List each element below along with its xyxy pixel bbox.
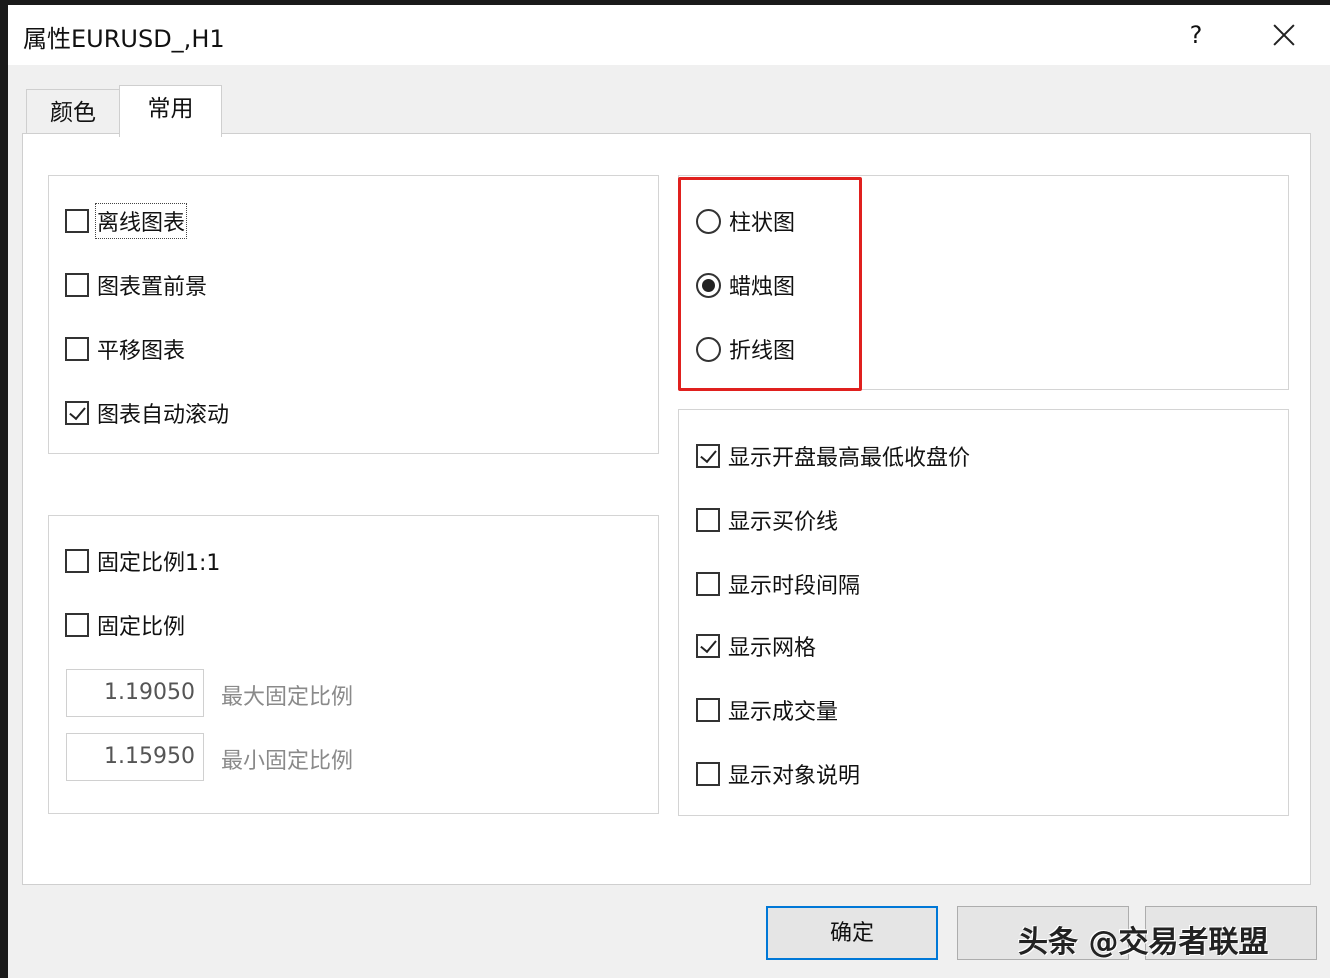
chart-autoscroll-checkbox[interactable]: 图表自动滚动 [65,398,229,428]
scale-fix-11-label: 固定比例1:1 [97,551,221,576]
scale-fix-label: 固定比例 [97,615,186,640]
show-ohlc-label: 显示开盘最高最低收盘价 [728,446,971,471]
properties-dialog: 属性EURUSD_,H1 ? 颜色 常用 离线图表 图表置前景 平移图表 图表自… [8,5,1330,978]
display-options-group: 显示开盘最高最低收盘价 显示买价线 显示时段间隔 显示网格 显示成交量 显示对象… [678,409,1289,816]
scale-fix-11-checkbox[interactable]: 固定比例1:1 [65,546,220,576]
chart-foreground-label: 图表置前景 [97,275,208,300]
offline-chart-checkbox[interactable]: 离线图表 [65,203,188,239]
show-ohlc-checkbox[interactable]: 显示开盘最高最低收盘价 [696,441,970,471]
show-grid-checkbox[interactable]: 显示网格 [696,631,816,661]
show-grid-label: 显示网格 [728,636,817,661]
checkbox-box[interactable] [65,401,89,425]
show-period-separators-checkbox[interactable]: 显示时段间隔 [696,569,860,599]
checkbox-box[interactable] [696,572,720,596]
red-highlight-box [678,177,862,391]
chart-shift-label: 平移图表 [97,339,186,364]
checkbox-box[interactable] [696,762,720,786]
max-scale-input[interactable]: 1.19050 [66,669,204,717]
chart-behavior-group: 离线图表 图表置前景 平移图表 图表自动滚动 [48,175,659,454]
chart-autoscroll-label: 图表自动滚动 [97,403,230,428]
help-button[interactable]: ? [1176,17,1216,53]
checkbox-box[interactable] [65,209,89,233]
checkbox-box[interactable] [696,698,720,722]
tab-colors[interactable]: 颜色 [26,89,120,135]
chart-foreground-checkbox[interactable]: 图表置前景 [65,270,207,300]
min-scale-input[interactable]: 1.15950 [66,733,204,781]
show-object-descriptions-label: 显示对象说明 [728,764,861,789]
checkbox-box[interactable] [696,508,720,532]
checkbox-box[interactable] [696,444,720,468]
show-ask-line-label: 显示买价线 [728,510,839,535]
scale-group: 固定比例1:1 固定比例 1.19050 最大固定比例 1.15950 最小固定… [48,515,659,814]
tab-common[interactable]: 常用 [119,85,222,137]
min-scale-label: 最小固定比例 [221,749,354,774]
checkbox-box[interactable] [65,613,89,637]
checkbox-box[interactable] [65,273,89,297]
checkbox-box[interactable] [65,337,89,361]
window-title: 属性EURUSD_,H1 [23,25,225,53]
checkbox-box[interactable] [65,549,89,573]
show-volume-checkbox[interactable]: 显示成交量 [696,695,838,725]
checkbox-box[interactable] [696,634,720,658]
title-bar: 属性EURUSD_,H1 ? [8,5,1330,65]
offline-chart-label: 离线图表 [94,203,188,239]
show-ask-line-checkbox[interactable]: 显示买价线 [696,505,838,535]
show-volume-label: 显示成交量 [728,700,839,725]
max-scale-label: 最大固定比例 [221,685,354,710]
show-period-separators-label: 显示时段间隔 [728,574,861,599]
close-icon[interactable] [1264,17,1304,53]
ok-button[interactable]: 确定 [766,906,938,960]
show-object-descriptions-checkbox[interactable]: 显示对象说明 [696,759,860,789]
scale-fix-checkbox[interactable]: 固定比例 [65,610,185,640]
watermark-text: 头条 @交易者联盟 [1018,925,1269,960]
chart-shift-checkbox[interactable]: 平移图表 [65,334,185,364]
